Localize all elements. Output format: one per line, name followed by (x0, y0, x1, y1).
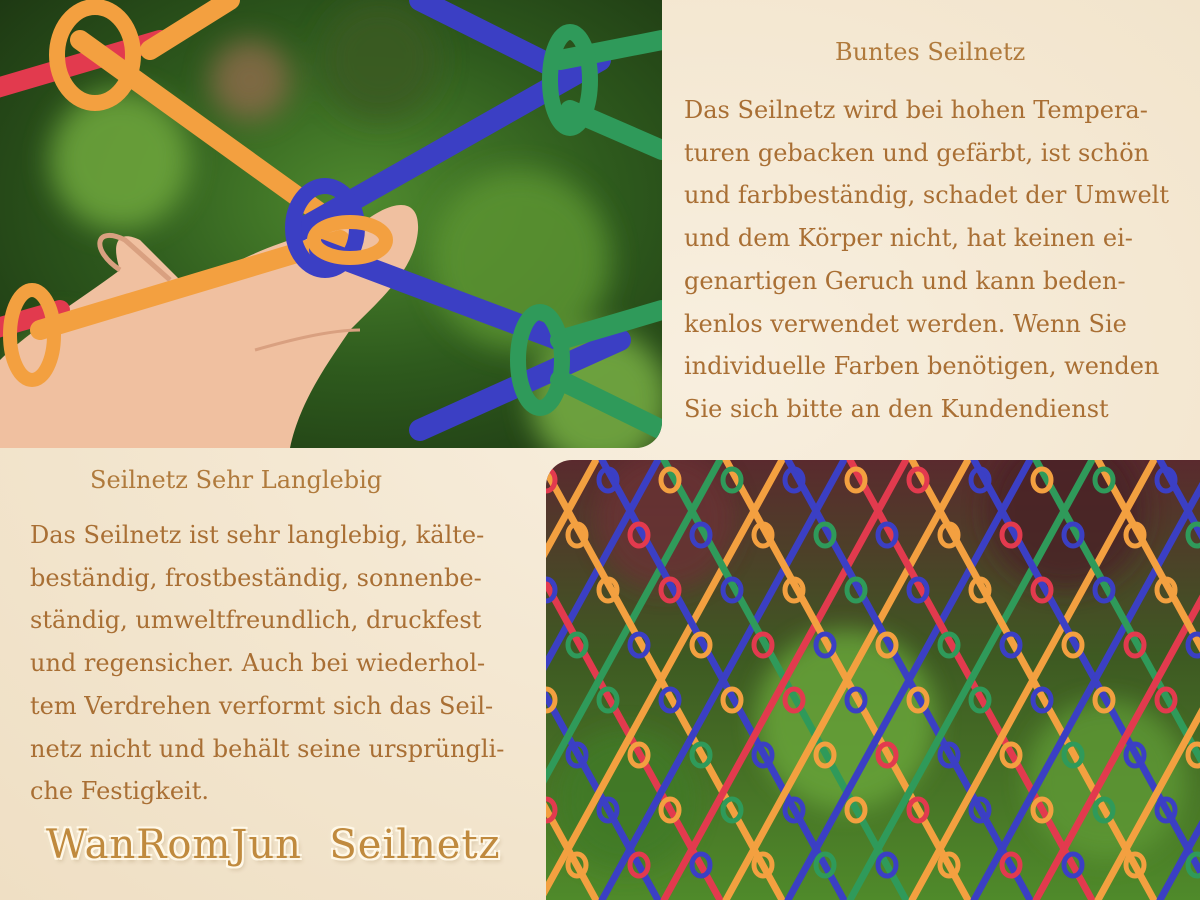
text-line: Das Seilnetz ist sehr langlebig, kälte- (30, 521, 485, 549)
section-body-sehr-langlebig: Das Seilnetz ist sehr langlebig, kälte- … (30, 514, 530, 813)
section-title-buntes-seilnetz: Buntes Seilnetz (835, 38, 1026, 66)
text-line: che Festigkeit. (30, 777, 209, 806)
text-line: genartigen Geruch und kann beden- (684, 266, 1126, 295)
section-body-buntes-seilnetz: Das Seilnetz wird bei hohen Tempera- tur… (684, 89, 1194, 431)
text-line: Sie sich bitte an den Kundendienst (684, 394, 1109, 423)
text-line: kenlos verwendet werden. Wenn Sie (684, 309, 1127, 338)
text-line: und regensicher. Auch bei wiederhol- (30, 649, 486, 678)
text-line: turen gebacken und gefärbt, ist schön (684, 138, 1150, 167)
text-line: individuelle Farben benötigen, wenden (684, 352, 1160, 381)
text-line: netz nicht und behält seine ursprüngli- (30, 734, 505, 763)
text-line: beständig, frostbeständig, sonnenbe- (30, 563, 482, 592)
text-line: tem Verdrehen verformt sich das Seil- (30, 691, 494, 720)
text-line: und dem Körper nicht, hat keinen ei- (684, 224, 1133, 253)
rope-closeup-photo (0, 0, 662, 448)
text-line: und farbbeständig, schadet der Umwelt (684, 181, 1169, 210)
text-line: ständig, umweltfreundlich, druckfest (30, 606, 482, 635)
section-title-sehr-langlebig: Seilnetz Sehr Langlebig (90, 466, 383, 494)
brand-logo-text: WanRomJun Seilnetz (46, 822, 501, 868)
rope-net-photo (546, 460, 1200, 900)
text-line: Das Seilnetz wird bei hohen Tempera- (684, 96, 1148, 124)
